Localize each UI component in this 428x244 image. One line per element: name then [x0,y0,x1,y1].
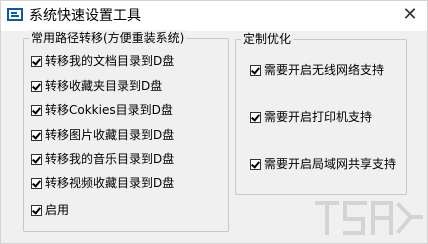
window-title: 系统快速设置工具 [29,8,141,24]
checkbox-row-music[interactable]: 转移我的音乐目录到D盘 [31,150,174,168]
title-bar[interactable]: 系统快速设置工具 ✕ [1,1,427,31]
checkbox-label: 需要开启无线网络支持 [264,63,385,77]
checkbox-pictures[interactable] [31,129,42,141]
app-icon [7,8,23,21]
checkbox-label: 需要开启打印机支持 [264,110,373,124]
checkbox-wireless[interactable] [250,64,261,76]
custom-optimize-group: 定制优化 需要开启无线网络支持 需要开启打印机支持 需要开启局域网共享支持 [235,31,407,195]
path-transfer-group-title: 常用路径转移(方便重装系统) [29,30,187,46]
checkbox-printer[interactable] [250,111,261,123]
checkbox-row-printer[interactable]: 需要开启打印机支持 [250,108,372,126]
checkbox-row-lan-share[interactable]: 需要开启局域网共享支持 [250,155,396,173]
checkbox-favorites[interactable] [31,80,42,92]
checkbox-label: 转移我的音乐目录到D盘 [45,152,175,166]
checkbox-label: 转移视频收藏目录到D盘 [45,176,175,190]
checkbox-row-favorites[interactable]: 转移收藏夹目录到D盘 [31,77,162,95]
path-transfer-group: 常用路径转移(方便重装系统) 转移我的文档目录到D盘 转移收藏夹目录到D盘 转移… [23,30,229,232]
checkbox-enable[interactable] [31,204,42,216]
checkbox-videos[interactable] [31,177,42,189]
checkbox-label: 需要开启局域网共享支持 [264,157,397,171]
checkbox-row-videos[interactable]: 转移视频收藏目录到D盘 [31,174,174,192]
checkbox-cookies[interactable] [31,104,42,116]
checkbox-row-pictures[interactable]: 转移图片收藏目录到D盘 [31,126,174,144]
checkbox-row-enable[interactable]: 启用 [31,201,69,219]
checkbox-row-my-documents[interactable]: 转移我的文档目录到D盘 [31,52,174,70]
checkbox-label: 转移Cokkies目录到D盘 [45,103,173,117]
checkbox-row-cookies[interactable]: 转移Cokkies目录到D盘 [31,101,173,119]
checkbox-my-documents[interactable] [31,55,42,67]
custom-optimize-group-title: 定制优化 [241,31,294,47]
checkbox-lan-share[interactable] [250,158,261,170]
checkbox-music[interactable] [31,153,42,165]
watermark-logo [315,201,423,235]
checkbox-label: 转移图片收藏目录到D盘 [45,128,175,142]
checkbox-label: 转移收藏夹目录到D盘 [45,79,163,93]
close-button[interactable]: ✕ [395,1,425,31]
checkbox-label: 转移我的文档目录到D盘 [45,54,175,68]
app-window: 系统快速设置工具 ✕ 常用路径转移(方便重装系统) 转移我的文档目录到D盘 转移… [0,0,428,244]
checkbox-row-wireless[interactable]: 需要开启无线网络支持 [250,61,384,79]
checkbox-label: 启用 [45,203,70,217]
